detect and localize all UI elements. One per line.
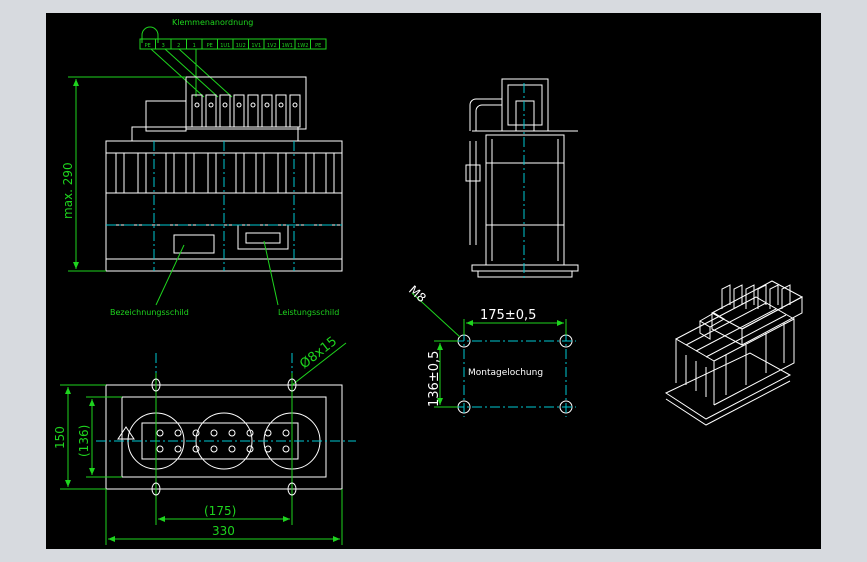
height-150-label: 150 bbox=[53, 426, 67, 449]
terminal-label: PE bbox=[315, 43, 321, 49]
height-136-label: (136) bbox=[77, 425, 91, 457]
terminal-label: 2 bbox=[177, 43, 180, 49]
terminal-label: 1U2 bbox=[236, 43, 246, 49]
terminal-label: 1V1 bbox=[251, 43, 261, 49]
terminal-label: 1U1 bbox=[220, 43, 230, 49]
ratingplate-label: Leistungsschild bbox=[278, 308, 339, 317]
width-175-label: (175) bbox=[204, 504, 236, 518]
terminal-label: 1W2 bbox=[297, 43, 308, 49]
terminal-label: PE bbox=[145, 43, 151, 49]
nameplate-label: Bezeichnungsschild bbox=[110, 308, 189, 317]
height-dimension-label: max. 290 bbox=[61, 162, 75, 219]
side-view bbox=[465, 78, 579, 279]
drawing-canvas: Klemmenanordnung PE 3 2 1 PE 1U1 1U2 1V1 1V2 1W1 1… bbox=[46, 13, 821, 549]
terminal-label: PE bbox=[207, 43, 213, 49]
cad-drawing: Klemmenanordnung PE 3 2 1 PE 1U1 1U2 1V1 1V2 1W1 1… bbox=[53, 18, 804, 545]
terminal-label: 1W1 bbox=[282, 43, 293, 49]
terminal-label: 1 bbox=[193, 43, 196, 49]
width-330-label: 330 bbox=[212, 524, 235, 538]
isometric-view bbox=[664, 280, 804, 426]
mounting-label: Montagelochung bbox=[468, 368, 543, 378]
terminal-label: 3 bbox=[162, 43, 165, 49]
mounting-hole-label: M8 bbox=[406, 283, 429, 305]
front-view bbox=[68, 26, 343, 306]
terminal-label: 1V2 bbox=[267, 43, 277, 49]
mounting-width-label: 175±0,5 bbox=[480, 308, 536, 323]
mounting-height-label: 136±0,5 bbox=[427, 351, 442, 407]
terminal-arrangement-label: Klemmenanordnung bbox=[172, 18, 253, 27]
